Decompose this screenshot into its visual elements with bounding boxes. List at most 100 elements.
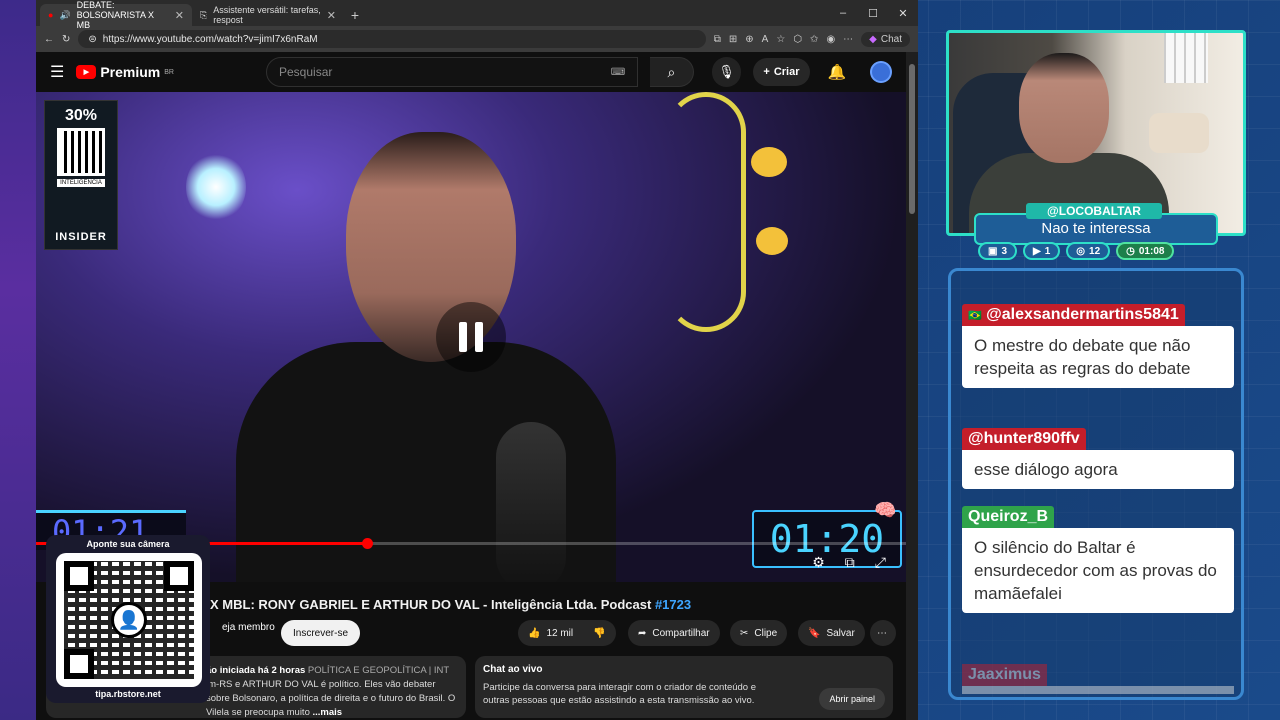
chat-username: 🇧🇷 @alexsandermartins5841: [962, 304, 1185, 326]
chat-username-text: @alexsandermartins5841: [986, 306, 1179, 323]
chat-username: Queiroz_B: [962, 506, 1055, 528]
more-actions-button[interactable]: ⋯: [870, 620, 896, 646]
stat-value: 01:08: [1138, 245, 1165, 257]
stat-value: 1: [1044, 245, 1051, 257]
logo-text: Premium: [100, 64, 161, 80]
qr-card: Aponte sua câmera 👤 tipa.rbstore.net: [46, 535, 210, 703]
streamer-handle: @LOCOBALTAR: [1026, 203, 1162, 219]
search-placeholder: Pesquisar: [279, 65, 333, 79]
rubber-duck: [756, 227, 788, 255]
keyboard-icon[interactable]: ⌨: [611, 67, 625, 78]
microphone: [496, 422, 566, 582]
search-icon: ⌕: [667, 63, 676, 80]
favorites-bar-icon[interactable]: ✩: [810, 34, 818, 45]
speaker-person: [236, 122, 616, 582]
menu-icon[interactable]: ☰: [50, 62, 64, 82]
qr-center-logo-icon: 👤: [111, 602, 147, 638]
thumbs-up-icon: 👍: [528, 627, 541, 639]
share-button[interactable]: ➦ Compartilhar: [628, 620, 720, 646]
save-label: Salvar: [826, 627, 855, 639]
site-info-icon[interactable]: ⊜: [88, 34, 96, 45]
chat-message: Queiroz_B O silêncio do Baltar é ensurde…: [962, 506, 1234, 613]
tab-debate[interactable]: ● 🔊 DEBATE: BOLSONARISTA X MB ✕: [40, 0, 192, 30]
tab-bar: ● 🔊 DEBATE: BOLSONARISTA X MB ✕ ⎘ Assist…: [36, 0, 918, 30]
scrollbar-thumb[interactable]: [909, 64, 915, 214]
miniplayer-icon[interactable]: ⧉: [845, 554, 855, 571]
window-blinds: [1164, 33, 1208, 83]
region-code: BR: [164, 68, 174, 76]
video-tag-link[interactable]: #1723: [655, 597, 691, 612]
url-field[interactable]: ⊜ https://www.youtube.com/watch?v=jimI7x…: [78, 30, 706, 48]
open-panel-button[interactable]: Abrir painel: [819, 688, 885, 710]
join-button[interactable]: eja membro: [222, 622, 275, 633]
subscribe-button[interactable]: Inscrever-se: [281, 620, 361, 646]
favorite-icon[interactable]: ☆: [776, 34, 785, 45]
close-tab-icon[interactable]: ✕: [327, 9, 336, 22]
minimize-icon[interactable]: –: [828, 0, 858, 26]
save-button[interactable]: 🔖 Salvar: [798, 620, 865, 646]
copilot-chat-button[interactable]: ◆ Chat: [861, 31, 910, 47]
new-tab-button[interactable]: +: [344, 4, 366, 26]
chat-text: O silêncio do Baltar é ensurdecedor com …: [962, 528, 1234, 613]
video-player[interactable]: 30% INTELIGENCIA INSIDER 01:21 01:20 🧠 ⚙…: [36, 92, 906, 582]
qr-finder: [64, 649, 94, 679]
rumble-icon: ◎: [1076, 245, 1086, 257]
youtube-favicon-icon: ●: [48, 10, 54, 20]
copilot-icon: ◆: [869, 33, 877, 45]
maximize-icon[interactable]: ☐: [858, 0, 888, 26]
notifications-icon[interactable]: 🔔: [828, 63, 847, 81]
qr-finder: [64, 561, 94, 591]
like-button[interactable]: 👍 12 mil 👎: [518, 620, 616, 646]
video-title: X MBL: RONY GABRIEL E ARTHUR DO VAL - In…: [210, 597, 691, 612]
dislike-icon[interactable]: 👎: [593, 628, 605, 639]
stream-category[interactable]: POLÍTICA E GEOPOLÍTICA | INT: [308, 665, 449, 676]
back-icon[interactable]: ←: [44, 34, 54, 45]
close-window-icon[interactable]: ✕: [888, 0, 918, 26]
create-label: Criar: [773, 66, 800, 78]
search-button[interactable]: ⌕: [650, 57, 694, 87]
insider-discount: 30%: [64, 107, 98, 124]
insider-brand: INSIDER: [55, 231, 107, 243]
chat-icon: ▣: [988, 245, 998, 257]
rubber-duck: [751, 147, 787, 177]
reload-icon[interactable]: ↻: [62, 34, 70, 45]
account-avatar[interactable]: [870, 61, 892, 83]
more-icon[interactable]: ⋯: [843, 34, 853, 45]
description-line: im-RS e ARTHUR DO VAL é político. Eles v…: [206, 679, 436, 690]
translate-icon[interactable]: ⧉: [714, 34, 721, 45]
stream-stats: ▣ 3 ▶ 1 ◎ 12 ◷ 01:08: [978, 242, 1175, 260]
chat-text-placeholder: [962, 686, 1234, 694]
qr-finder: [164, 561, 194, 591]
voice-search-button[interactable]: 🎙: [711, 57, 742, 87]
profile-icon[interactable]: ◉: [826, 34, 835, 45]
settings-icon[interactable]: ⚙: [812, 554, 825, 571]
live-chat-text: Participe da conversa para interagir com…: [483, 682, 757, 706]
search-input[interactable]: Pesquisar ⌨: [266, 57, 639, 87]
stat-timer: ◷ 01:08: [1116, 242, 1175, 260]
toolbar-icons: ⧉ ⊞ ⊕ A ☆ ⬡ ✩ ◉ ⋯ ◆ Chat: [714, 31, 910, 47]
apps-icon[interactable]: ⊞: [729, 34, 737, 45]
create-button[interactable]: + Criar: [753, 58, 810, 86]
more-link[interactable]: ...mais: [313, 707, 343, 718]
microphone-icon: 🎙: [718, 64, 735, 79]
fullscreen-icon[interactable]: ⤢: [875, 554, 886, 571]
pause-button[interactable]: [436, 302, 506, 372]
scrollbar[interactable]: [906, 52, 918, 720]
like-count: 12 mil: [546, 627, 574, 639]
insider-ad[interactable]: 30% INTELIGENCIA INSIDER: [44, 100, 118, 250]
read-aloud-icon[interactable]: A: [762, 34, 769, 45]
extensions-icon[interactable]: ⬡: [793, 34, 802, 45]
close-tab-icon[interactable]: ✕: [175, 9, 184, 22]
live-chat-box: Chat ao vivo Participe da conversa para …: [475, 656, 893, 718]
bookmark-icon: 🔖: [808, 627, 821, 639]
chat-username: Jaaximus: [962, 664, 1047, 686]
progress-knob[interactable]: [361, 538, 373, 549]
tab-assistente[interactable]: ⎘ Assistente versátil: tarefas, respost …: [192, 4, 344, 26]
chat-message-fading: Jaaximus: [962, 664, 1234, 694]
youtube-logo[interactable]: ▶ Premium BR: [76, 64, 174, 80]
stream-meta: ão iniciada há 2 horas: [206, 665, 306, 676]
left-decor-strip: [0, 0, 36, 720]
clip-button[interactable]: ✂ Clipe: [730, 620, 788, 646]
zoom-icon[interactable]: ⊕: [745, 34, 753, 45]
qr-url: tipa.rbstore.net: [95, 689, 161, 699]
